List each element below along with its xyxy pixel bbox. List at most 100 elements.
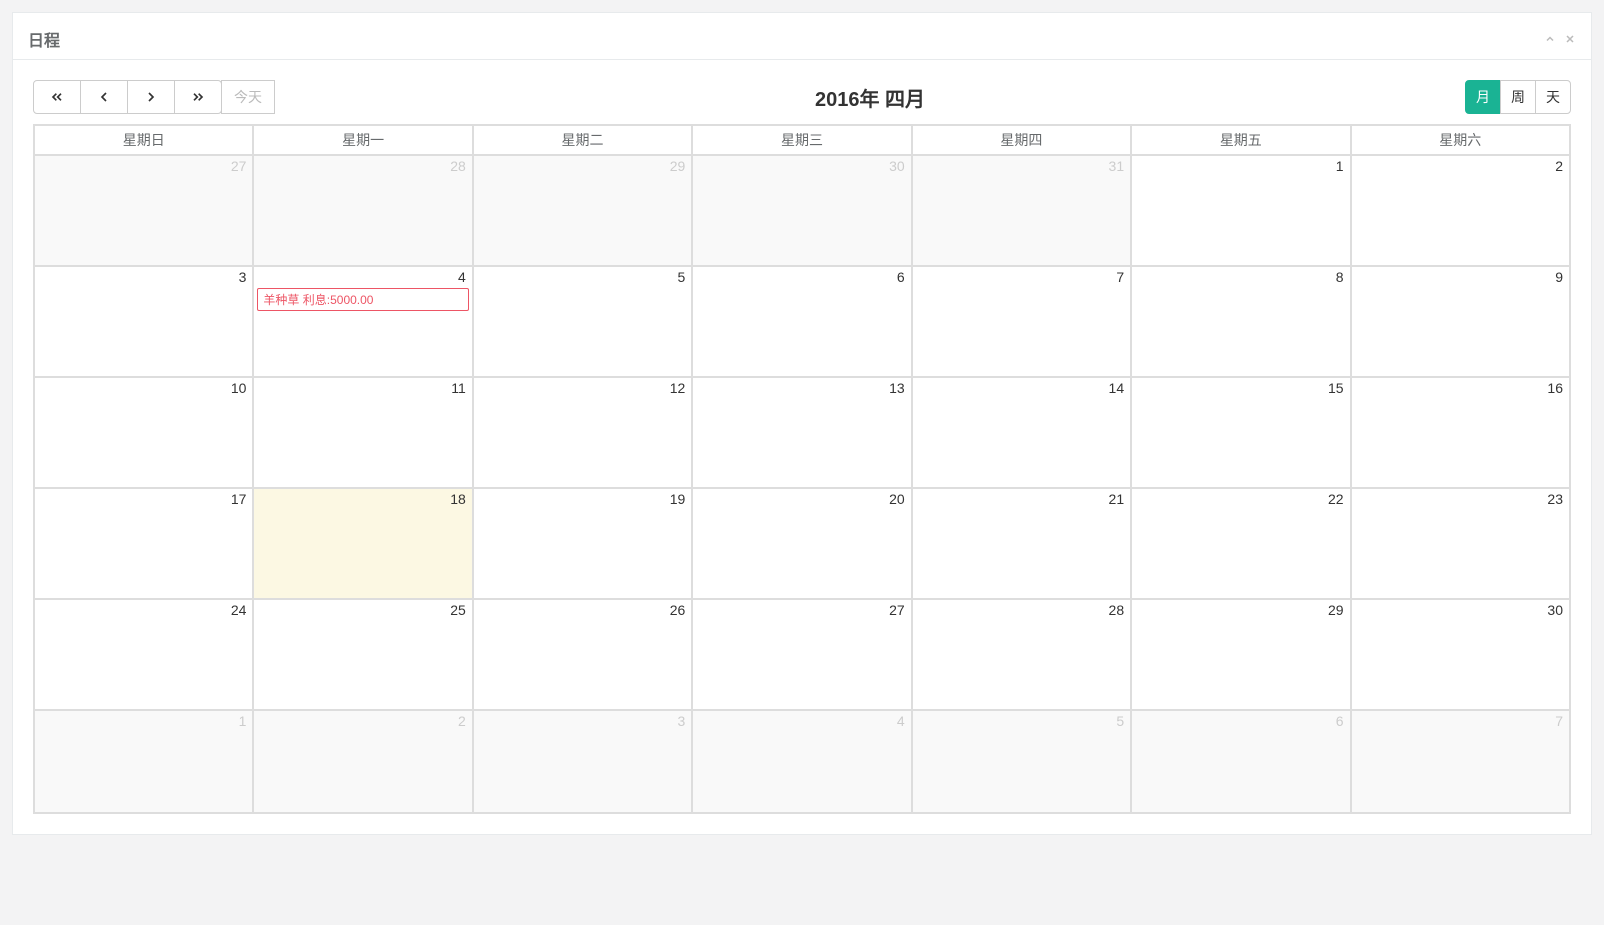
day-number: 20 [693, 489, 910, 509]
calendar-day-cell[interactable]: 9 [1351, 266, 1570, 377]
calendar-day-cell[interactable]: 22 [1131, 488, 1350, 599]
calendar-week-row: 272829303112 [34, 155, 1570, 266]
calendar-day-cell[interactable]: 10 [34, 377, 253, 488]
day-number: 27 [35, 156, 252, 176]
calendar-day-cell[interactable]: 30 [692, 155, 911, 266]
calendar-day-cell[interactable]: 29 [1131, 599, 1350, 710]
calendar-day-cell[interactable]: 4羊种草 利息:5000.00 [253, 266, 472, 377]
day-number: 2 [1352, 156, 1569, 176]
weekday-header: 星期四 [912, 125, 1131, 155]
day-number: 10 [35, 378, 252, 398]
day-number: 7 [1352, 711, 1569, 731]
calendar-day-cell[interactable]: 4 [692, 710, 911, 813]
day-number: 31 [913, 156, 1130, 176]
calendar-week-row: 34羊种草 利息:5000.0056789 [34, 266, 1570, 377]
calendar-day-cell[interactable]: 13 [692, 377, 911, 488]
weekday-header: 星期二 [473, 125, 692, 155]
day-number: 2 [254, 711, 471, 731]
view-week-button[interactable]: 周 [1500, 80, 1536, 114]
day-number: 5 [474, 267, 691, 287]
double-chevron-right-icon [187, 88, 209, 106]
calendar-day-cell[interactable]: 1 [34, 710, 253, 813]
calendar-day-cell[interactable]: 5 [912, 710, 1131, 813]
calendar-day-cell[interactable]: 28 [253, 155, 472, 266]
calendar-day-cell[interactable]: 24 [34, 599, 253, 710]
calendar-day-cell[interactable]: 7 [912, 266, 1131, 377]
calendar-day-cell[interactable]: 17 [34, 488, 253, 599]
panel-header: 日程 [13, 13, 1591, 60]
next-year-button[interactable] [174, 80, 222, 114]
day-number: 17 [35, 489, 252, 509]
calendar-day-cell[interactable]: 31 [912, 155, 1131, 266]
calendar-day-cell[interactable]: 21 [912, 488, 1131, 599]
calendar-day-cell[interactable]: 18 [253, 488, 472, 599]
calendar-day-cell[interactable]: 23 [1351, 488, 1570, 599]
calendar-day-cell[interactable]: 12 [473, 377, 692, 488]
calendar-day-cell[interactable]: 1 [1131, 155, 1350, 266]
next-month-button[interactable] [127, 80, 175, 114]
calendar-day-cell[interactable]: 19 [473, 488, 692, 599]
day-number: 3 [474, 711, 691, 731]
calendar-week-row: 24252627282930 [34, 599, 1570, 710]
calendar-day-cell[interactable]: 15 [1131, 377, 1350, 488]
day-number: 4 [693, 711, 910, 731]
calendar-day-cell[interactable]: 14 [912, 377, 1131, 488]
day-number: 19 [474, 489, 691, 509]
calendar-day-cell[interactable]: 26 [473, 599, 692, 710]
calendar-toolbar: 今天 2016年 四月 月 周 天 [33, 80, 1571, 114]
day-number: 12 [474, 378, 691, 398]
calendar-day-cell[interactable]: 3 [34, 266, 253, 377]
day-number: 9 [1352, 267, 1569, 287]
day-number: 26 [474, 600, 691, 620]
chevron-left-icon [93, 88, 115, 106]
day-number: 23 [1352, 489, 1569, 509]
calendar-day-cell[interactable]: 7 [1351, 710, 1570, 813]
schedule-panel: 日程 [12, 12, 1592, 835]
prev-month-button[interactable] [80, 80, 128, 114]
calendar-day-cell[interactable]: 29 [473, 155, 692, 266]
day-number: 22 [1132, 489, 1349, 509]
today-button[interactable]: 今天 [221, 80, 275, 114]
day-number: 15 [1132, 378, 1349, 398]
day-number: 6 [693, 267, 910, 287]
weekday-header-row: 星期日星期一星期二星期三星期四星期五星期六 [34, 125, 1570, 155]
view-day-button[interactable]: 天 [1535, 80, 1571, 114]
close-icon[interactable] [1564, 33, 1576, 45]
day-number: 1 [35, 711, 252, 731]
day-number: 29 [474, 156, 691, 176]
day-number: 28 [254, 156, 471, 176]
day-number: 18 [254, 489, 471, 509]
calendar-day-cell[interactable]: 20 [692, 488, 911, 599]
panel-title: 日程 [28, 27, 60, 51]
day-number: 24 [35, 600, 252, 620]
calendar-day-cell[interactable]: 16 [1351, 377, 1570, 488]
calendar-day-cell[interactable]: 25 [253, 599, 472, 710]
calendar-event[interactable]: 羊种草 利息:5000.00 [257, 288, 468, 311]
view-month-button[interactable]: 月 [1465, 80, 1501, 114]
day-number: 16 [1352, 378, 1569, 398]
calendar-grid: 星期日星期一星期二星期三星期四星期五星期六 27282930311234羊种草 … [33, 124, 1571, 814]
calendar-week-row: 10111213141516 [34, 377, 1570, 488]
calendar-title: 2016年 四月 [275, 83, 1465, 112]
day-number: 5 [913, 711, 1130, 731]
calendar-day-cell[interactable]: 3 [473, 710, 692, 813]
calendar-day-cell[interactable]: 2 [253, 710, 472, 813]
calendar-day-cell[interactable]: 28 [912, 599, 1131, 710]
calendar-day-cell[interactable]: 11 [253, 377, 472, 488]
calendar-day-cell[interactable]: 30 [1351, 599, 1570, 710]
calendar-day-cell[interactable]: 5 [473, 266, 692, 377]
calendar-week-row: 1234567 [34, 710, 1570, 813]
day-number: 25 [254, 600, 471, 620]
collapse-icon[interactable] [1544, 33, 1556, 45]
day-number: 3 [35, 267, 252, 287]
calendar-day-cell[interactable]: 27 [34, 155, 253, 266]
toolbar-right: 月 周 天 [1465, 80, 1571, 114]
calendar-day-cell[interactable]: 6 [692, 266, 911, 377]
calendar-day-cell[interactable]: 8 [1131, 266, 1350, 377]
calendar-day-cell[interactable]: 6 [1131, 710, 1350, 813]
calendar-body: 27282930311234羊种草 利息:5000.00567891011121… [34, 155, 1570, 813]
day-number: 27 [693, 600, 910, 620]
calendar-day-cell[interactable]: 2 [1351, 155, 1570, 266]
calendar-day-cell[interactable]: 27 [692, 599, 911, 710]
prev-year-button[interactable] [33, 80, 81, 114]
